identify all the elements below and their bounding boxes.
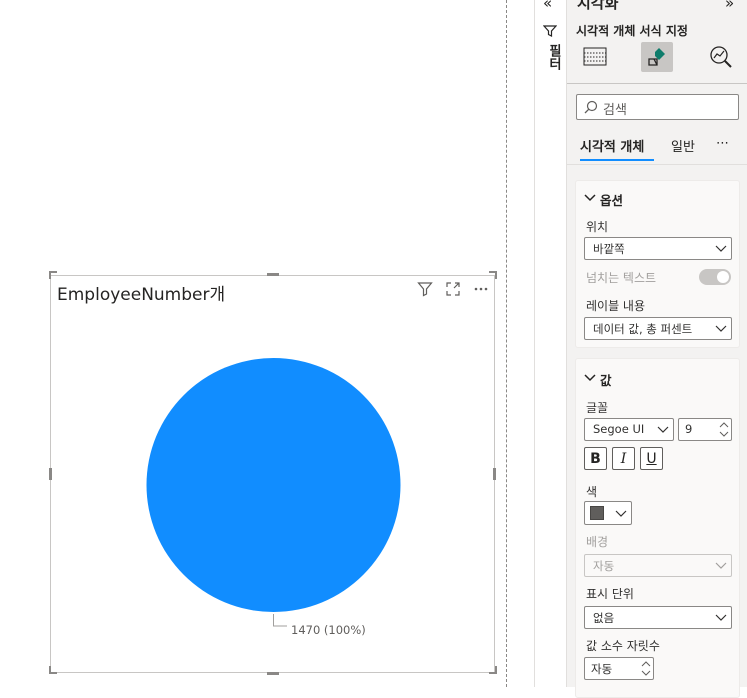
background-label: 배경 [586, 535, 609, 549]
color-swatch [590, 506, 604, 520]
filters-pane-collapsed[interactable]: 필터 [534, 0, 566, 687]
pie-data-label: 1470 (100%) [291, 623, 366, 637]
font-family-dropdown[interactable]: Segoe UI [584, 418, 674, 441]
values-card: 값 글꼴 Segoe UI 9 B I U 색 배경 자동 표시 단위 없음 값… [575, 358, 740, 698]
overflow-text-toggle[interactable] [699, 269, 731, 285]
page-boundary [506, 0, 507, 687]
display-units-dropdown[interactable]: 없음 [584, 606, 732, 629]
font-size-input[interactable]: 9 [678, 418, 732, 441]
filter-pane-label: 필터 [546, 44, 561, 70]
background-value: 자동 [593, 559, 615, 573]
resize-handle-bottom-right[interactable] [489, 666, 497, 674]
visualizations-pane: 시각화 시각적 개체 서식 지정 검색 시각적 개체 일반 ⋯ 옵션 위치 바깥… [566, 0, 747, 698]
resize-handle-top[interactable] [267, 273, 279, 276]
decimal-places-value: 자동 [591, 662, 613, 676]
spinner-icon[interactable] [719, 421, 729, 438]
options-card: 옵션 위치 바깥쪽 넘치는 텍스트 레이블 내용 데이터 값, 총 퍼센트 [575, 180, 740, 348]
resize-handle-top-left[interactable] [49, 271, 57, 279]
font-label: 글꼴 [586, 401, 609, 415]
chevron-down-icon [657, 426, 669, 433]
font-family-value: Segoe UI [593, 422, 645, 436]
label-content-value: 데이터 값, 총 퍼센트 [593, 322, 693, 336]
chevron-down-icon [715, 325, 727, 332]
tab-more-icon[interactable]: ⋯ [716, 136, 729, 151]
analytics-icon[interactable] [705, 42, 737, 72]
build-visual-icon[interactable] [579, 42, 611, 72]
chevron-down-icon [715, 562, 727, 569]
search-input[interactable]: 검색 [576, 94, 739, 120]
pie-chart-visual[interactable]: EmployeeNumber개 1470 (100%) [50, 275, 495, 673]
resize-handle-bottom[interactable] [267, 672, 279, 675]
tab-visual-underline [580, 159, 654, 161]
values-header[interactable]: 값 [600, 370, 612, 389]
options-header[interactable]: 옵션 [600, 190, 623, 209]
label-content-label: 레이블 내용 [586, 299, 646, 313]
pane-divider [567, 83, 747, 84]
resize-handle-left[interactable] [49, 468, 52, 480]
resize-handle-bottom-left[interactable] [49, 666, 57, 674]
tab-general[interactable]: 일반 [671, 136, 695, 155]
label-content-dropdown[interactable]: 데이터 값, 총 퍼센트 [584, 317, 732, 340]
chevron-down-icon [715, 614, 727, 621]
overflow-text-label: 넘치는 텍스트 [586, 271, 657, 285]
pane-subtitle: 시각적 개체 서식 지정 [576, 24, 688, 38]
decimal-places-input[interactable]: 자동 [584, 657, 654, 680]
display-units-value: 없음 [593, 611, 615, 625]
chevron-down-icon[interactable] [584, 373, 596, 383]
resize-handle-right[interactable] [493, 468, 496, 480]
pane-title: 시각화 [577, 0, 619, 12]
background-dropdown[interactable]: 자동 [584, 554, 732, 577]
spinner-icon[interactable] [641, 660, 651, 677]
font-size-value: 9 [685, 422, 693, 436]
decimal-places-label: 값 소수 자릿수 [586, 639, 660, 653]
display-units-label: 표시 단위 [586, 587, 634, 601]
position-dropdown[interactable]: 바깥쪽 [584, 237, 732, 260]
bold-button[interactable]: B [584, 447, 607, 470]
underline-button[interactable]: U [640, 447, 663, 470]
collapse-filters-icon[interactable]: « [543, 0, 552, 12]
color-label: 색 [586, 485, 598, 499]
search-icon [584, 100, 598, 114]
filter-pane-icon [543, 25, 557, 37]
position-value: 바깥쪽 [593, 242, 625, 256]
tab-visual[interactable]: 시각적 개체 [580, 136, 644, 155]
chevron-down-icon[interactable] [584, 193, 596, 203]
format-visual-icon[interactable] [641, 42, 673, 72]
expand-pane-icon[interactable]: » [725, 0, 734, 12]
tabs-divider [567, 164, 747, 165]
pie-slice-0[interactable] [146, 358, 401, 612]
color-picker-button[interactable] [584, 501, 632, 525]
search-placeholder: 검색 [603, 103, 627, 118]
pie-chart-svg [146, 358, 401, 627]
position-label: 위치 [586, 220, 609, 234]
chevron-down-icon [615, 510, 627, 517]
pie-leader-line [273, 614, 287, 627]
resize-handle-top-right[interactable] [489, 271, 497, 279]
chevron-down-icon [715, 245, 727, 252]
italic-button[interactable]: I [612, 447, 635, 470]
